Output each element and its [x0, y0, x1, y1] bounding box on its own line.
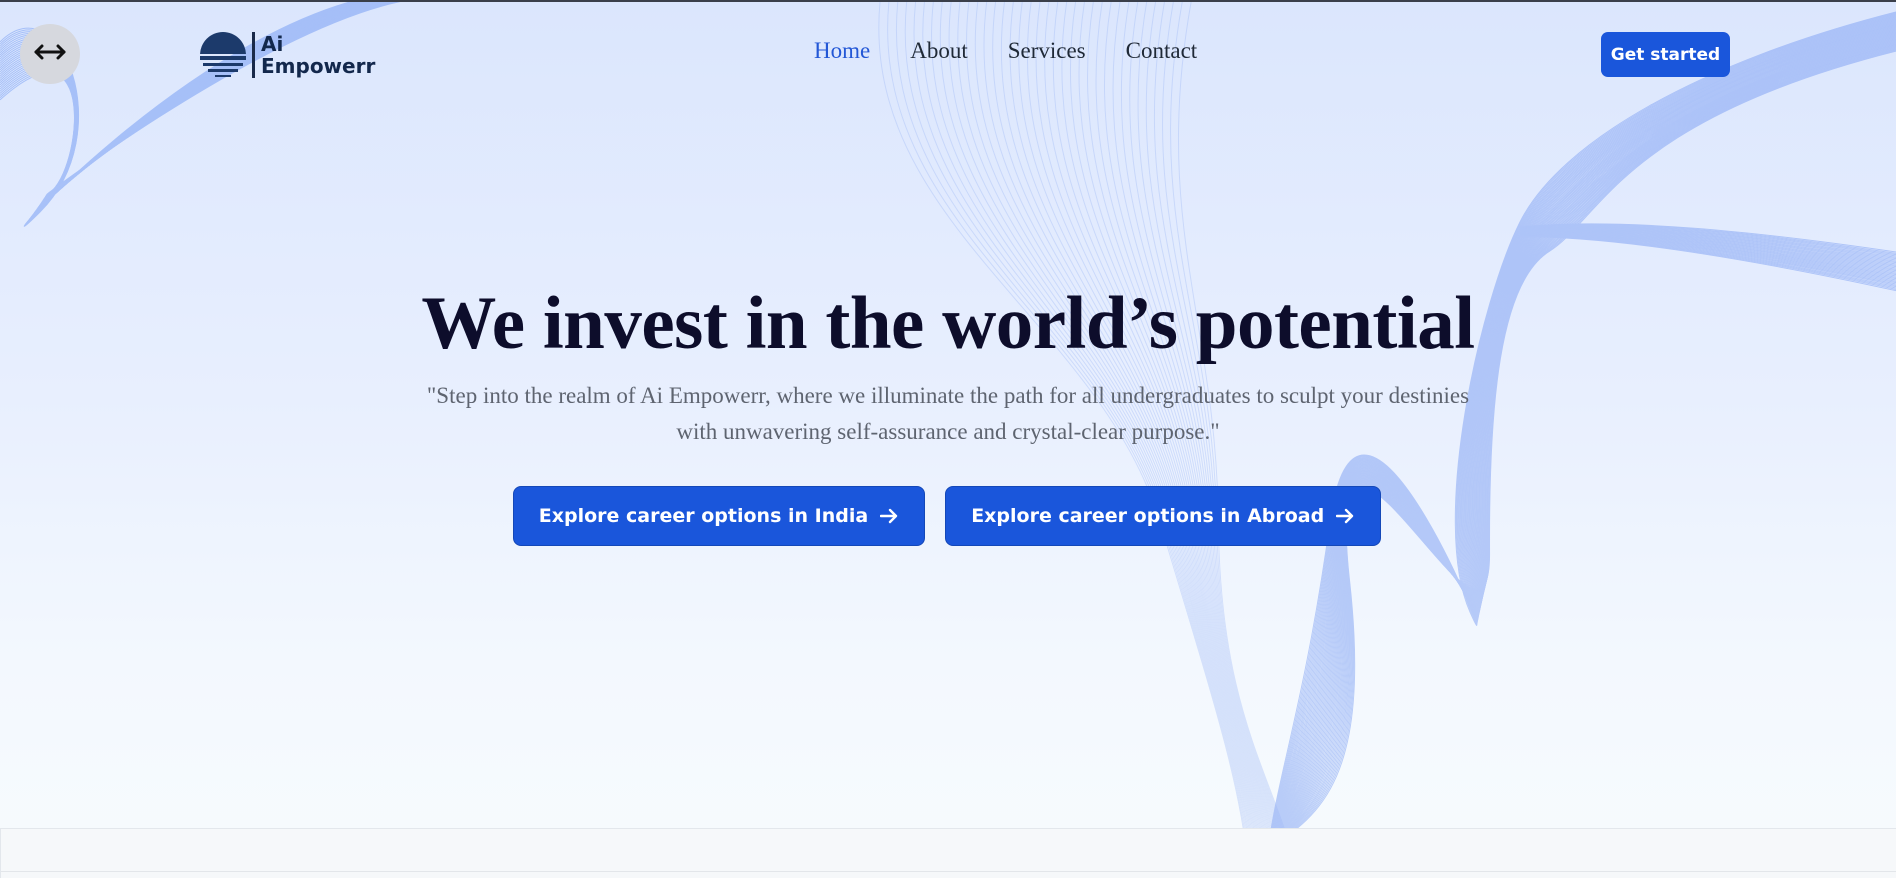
explore-india-label: Explore career options in India	[538, 505, 869, 527]
next-section-edge	[0, 828, 1896, 878]
brand-name-line2: Empowerr	[261, 54, 376, 78]
divider	[1, 871, 1896, 872]
wave-line	[1519, 229, 1896, 269]
wave-line	[1519, 232, 1896, 277]
wave-line	[1519, 226, 1896, 260]
wave-line	[1519, 224, 1896, 257]
sunset-logo-icon	[198, 30, 248, 80]
wave-line	[1519, 226, 1896, 261]
wave-line	[1519, 234, 1896, 284]
wave-line	[1519, 223, 1896, 253]
wave-line	[1519, 227, 1896, 265]
wave-line	[1519, 228, 1896, 268]
arrow-right-icon	[1336, 508, 1354, 524]
get-started-button[interactable]: Get started	[1601, 32, 1730, 77]
wave-line	[1519, 225, 1896, 258]
wave-line	[1519, 230, 1896, 272]
wave-line	[1519, 234, 1896, 286]
wave-line	[1519, 231, 1896, 274]
explore-abroad-button[interactable]: Explore career options in Abroad	[945, 486, 1382, 546]
nav-link-services[interactable]: Services	[1008, 38, 1086, 64]
explore-abroad-label: Explore career options in Abroad	[971, 505, 1325, 527]
hero-title: We invest in the world’s potential	[421, 282, 1475, 365]
nav-link-home[interactable]: Home	[814, 38, 870, 64]
horizontal-arrows-icon	[34, 43, 66, 66]
wave-line	[1519, 230, 1896, 273]
wave-line	[1519, 227, 1896, 264]
logo-divider	[252, 32, 255, 78]
main-nav: Home About Services Contact	[814, 38, 1237, 64]
brand-name: Ai Empowerr	[261, 33, 375, 77]
wave-line	[1519, 233, 1896, 281]
brand-logo[interactable]: Ai Empowerr	[198, 30, 375, 80]
wave-line	[1519, 228, 1896, 266]
wave-line	[1519, 223, 1896, 254]
hero-buttons: Explore career options in India Explore …	[0, 486, 1896, 546]
landing-page: Ai Empowerr Home About Services Contact …	[0, 0, 1896, 878]
hero-section: We invest in the world’s potential "Step…	[0, 280, 1896, 546]
wave-line	[1519, 232, 1896, 278]
wave-line	[1519, 224, 1896, 256]
nav-link-about[interactable]: About	[910, 38, 968, 64]
wave-line	[1519, 227, 1896, 262]
wave-line	[1519, 231, 1896, 276]
wave-line	[1519, 232, 1896, 280]
wave-line	[1519, 229, 1896, 270]
wave-line	[1519, 234, 1896, 285]
toggle-button[interactable]	[20, 24, 80, 84]
wave-line	[1519, 235, 1896, 288]
hero-subtitle: "Step into the realm of Ai Empowerr, whe…	[426, 383, 1470, 444]
nav-link-contact[interactable]: Contact	[1126, 38, 1198, 64]
brand-name-line1: Ai	[261, 32, 284, 56]
explore-india-button[interactable]: Explore career options in India	[512, 486, 926, 546]
wave-line	[1519, 233, 1896, 282]
arrow-right-icon	[880, 508, 898, 524]
